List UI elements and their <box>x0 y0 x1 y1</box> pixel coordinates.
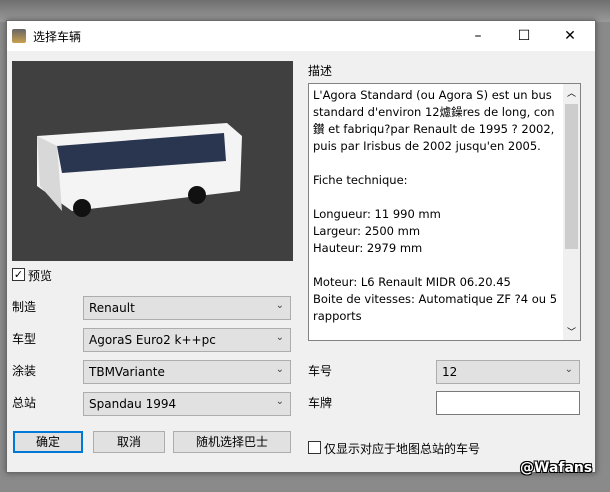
bus-image <box>37 123 242 217</box>
manufacturer-select[interactable]: Renault ⌄ <box>83 296 291 320</box>
description-label: 描述 <box>308 64 333 78</box>
scroll-down-icon[interactable]: ﹀ <box>567 325 576 338</box>
manufacturer-label: 制造 <box>12 300 37 314</box>
depot-filter-label: 仅显示对应于地图总站的车号 <box>324 442 481 456</box>
cancel-button[interactable]: 取消 <box>93 431 165 453</box>
app-icon <box>12 29 26 43</box>
bus-preview[interactable] <box>12 61 293 261</box>
plate-input[interactable] <box>436 391 580 415</box>
preview-checkbox[interactable]: ✓ <box>12 268 25 281</box>
vehicle-number-label: 车号 <box>308 364 333 378</box>
preview-label: 预览 <box>28 269 53 283</box>
description-scrollbar[interactable]: ︿ ﹀ <box>563 84 580 340</box>
scroll-up-icon[interactable]: ︿ <box>567 86 576 99</box>
depot-value: Spandau 1994 <box>89 397 177 411</box>
chevron-down-icon: ⌄ <box>275 396 284 407</box>
livery-value: TBMVariante <box>89 365 165 379</box>
close-button[interactable]: ✕ <box>547 21 593 51</box>
description-text: L'Agora Standard (ou Agora S) est un bus… <box>313 88 558 323</box>
manufacturer-value: Renault <box>89 301 135 315</box>
description-textbox[interactable]: L'Agora Standard (ou Agora S) est un bus… <box>308 83 581 341</box>
watermark: @Wafans <box>520 460 593 476</box>
window-title: 选择车辆 <box>33 30 82 44</box>
chevron-down-icon: ⌄ <box>275 332 284 343</box>
model-select[interactable]: AgoraS Euro2 k++pc ⌄ <box>83 328 291 352</box>
random-bus-button[interactable]: 随机选择巴士 <box>173 431 291 453</box>
chevron-down-icon: ⌄ <box>275 364 284 375</box>
chevron-down-icon: ⌄ <box>564 364 573 375</box>
ok-button[interactable]: 确定 <box>13 431 83 453</box>
depot-label: 总站 <box>12 396 37 410</box>
title-bar: 选择车辆 – ☐ ✕ <box>7 21 595 51</box>
maximize-button[interactable]: ☐ <box>501 21 547 51</box>
model-value: AgoraS Euro2 k++pc <box>89 333 216 347</box>
minimize-button[interactable]: – <box>455 21 501 51</box>
depot-select[interactable]: Spandau 1994 ⌄ <box>83 392 291 416</box>
plate-label: 车牌 <box>308 396 333 410</box>
livery-label: 涂装 <box>12 364 37 378</box>
background-scene <box>0 0 610 22</box>
livery-select[interactable]: TBMVariante ⌄ <box>83 360 291 384</box>
chevron-down-icon: ⌄ <box>275 300 284 311</box>
select-vehicle-dialog: 选择车辆 – ☐ ✕ ✓ 预览 制造 Renault ⌄ 车型 AgoraS Eu… <box>6 20 596 473</box>
vehicle-number-select[interactable]: 12 ⌄ <box>436 360 580 384</box>
scrollbar-thumb[interactable] <box>565 104 578 249</box>
model-label: 车型 <box>12 332 37 346</box>
depot-filter-checkbox[interactable] <box>308 441 321 454</box>
vehicle-number-value: 12 <box>442 365 458 379</box>
